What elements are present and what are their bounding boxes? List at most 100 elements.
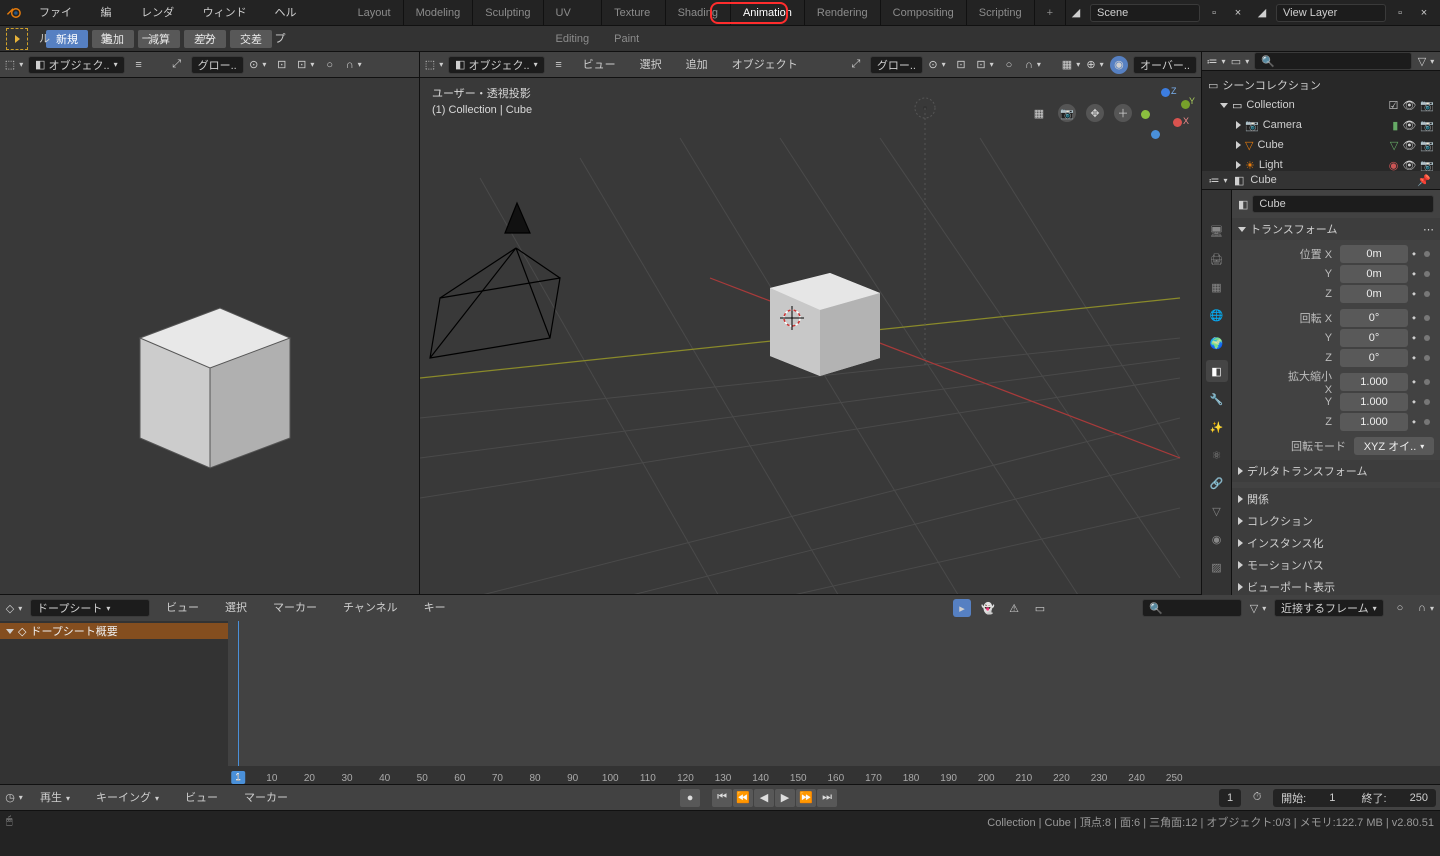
timeline-menu-keying[interactable]: キーイング▾ [86, 785, 169, 811]
editor-type-dopesheet-icon[interactable]: ◇▾ [5, 599, 23, 617]
play-reverse-button[interactable]: ◀ [754, 789, 774, 807]
render-icon[interactable]: 📷 [1420, 119, 1434, 132]
view-layers-icon[interactable]: ▦ [1030, 104, 1048, 122]
render-icon[interactable]: 📷 [1420, 159, 1434, 172]
disclosure-icon[interactable] [1236, 121, 1241, 129]
disclosure-icon[interactable] [1236, 141, 1241, 149]
viewport-right-canvas[interactable]: ユーザー・透視投影 (1) Collection | Cube ▦ 📷 ✥ ＋ … [420, 78, 1201, 594]
viewlayer-delete-icon[interactable]: × [1415, 4, 1433, 22]
vp-menu-object[interactable]: オブジェクト [722, 52, 808, 78]
tree-item-cube[interactable]: ▽ Cube ▽ 👁📷 [1202, 135, 1440, 155]
tab-viewlayer-icon[interactable]: ▦ [1206, 276, 1228, 298]
lock-icon[interactable] [1424, 379, 1430, 385]
timeline-menu-marker[interactable]: マーカー [234, 785, 298, 811]
eye-icon[interactable]: 👁 [1402, 139, 1416, 152]
lock-icon[interactable] [1424, 251, 1430, 257]
current-frame-field[interactable]: 1 [1219, 789, 1241, 807]
dopesheet-channels[interactable]: ◇ ドープシート概要 [0, 621, 228, 784]
boolean-new[interactable]: 新規 [46, 30, 88, 48]
section-instancing[interactable]: インスタンス化 [1232, 532, 1440, 554]
scene-field[interactable]: Scene [1090, 4, 1200, 22]
axis-gizmo[interactable]: Z Y X [1141, 88, 1191, 138]
orientation-left[interactable]: グロー.. [191, 56, 244, 74]
lock-icon[interactable] [1424, 335, 1430, 341]
orientation-icon[interactable]: ⤢ [168, 56, 186, 74]
timeline-ruler[interactable]: 1 11020304050607080901001101201301401501… [228, 766, 1440, 784]
rot-x-field[interactable]: 0° [1340, 309, 1408, 327]
dope-menu-marker[interactable]: マーカー [263, 595, 327, 621]
viewlayer-field[interactable]: View Layer [1276, 4, 1386, 22]
overlays-dropdown[interactable]: オーバー.. [1133, 56, 1197, 74]
tab-animation[interactable]: Animation [731, 0, 805, 26]
mode-select-left[interactable]: ◧ オブジェク..▾ [28, 56, 125, 74]
tab-world-icon[interactable]: 🌍 [1206, 332, 1228, 354]
menu-help[interactable]: ヘルプ [264, 0, 315, 26]
jump-end-button[interactable]: ⏭ [817, 789, 837, 807]
camera-view-icon[interactable]: 📷 [1058, 104, 1076, 122]
keyframe-icon[interactable]: ⬩ [1412, 248, 1416, 261]
zoom-icon[interactable]: ＋ [1114, 104, 1132, 122]
keyframe-icon[interactable]: ⬩ [1412, 376, 1416, 389]
dopesheet-mode[interactable]: ドープシート▾ [30, 599, 150, 617]
hamburger-icon[interactable]: ≡ [550, 56, 568, 74]
scale-z-field[interactable]: 1.000 [1340, 413, 1408, 431]
axis-z-icon[interactable] [1161, 88, 1170, 97]
snap-icon[interactable]: ⊡ [952, 56, 970, 74]
cursor-icon[interactable]: ▸ [953, 599, 971, 617]
tab-modifier-icon[interactable]: 🔧 [1206, 388, 1228, 410]
snap-icon[interactable]: ⊡ [273, 56, 291, 74]
axis-y-neg-icon[interactable] [1141, 110, 1150, 119]
tab-material-icon[interactable]: ◉ [1206, 528, 1228, 550]
ghost-icon[interactable]: 👻 [979, 599, 997, 617]
mode-select-right[interactable]: ◧ オブジェク..▾ [448, 56, 545, 74]
render-icon[interactable]: 📷 [1420, 99, 1434, 112]
boolean-int[interactable]: 交差 [230, 30, 272, 48]
dope-menu-key[interactable]: キー [414, 595, 456, 621]
snap-target-icon[interactable]: ⊡▾ [976, 56, 994, 74]
filter-icon[interactable]: ▽▾ [1417, 52, 1435, 70]
rot-y-field[interactable]: 0° [1340, 329, 1408, 347]
keyframe-icon[interactable]: ⬩ [1412, 312, 1416, 325]
keyframe-icon[interactable]: ⬩ [1412, 332, 1416, 345]
editor-type-outliner-icon[interactable]: ≔▾ [1207, 52, 1225, 70]
active-tool-icon[interactable] [6, 28, 28, 50]
section-motionpaths[interactable]: モーションパス [1232, 554, 1440, 576]
scene-browse-icon[interactable]: ◢ [1067, 4, 1085, 22]
jump-start-button[interactable]: ⏮ [712, 789, 732, 807]
viewport-left-canvas[interactable] [0, 78, 419, 594]
tab-constraint-icon[interactable]: 🔗 [1206, 472, 1228, 494]
vp-menu-select[interactable]: 選択 [630, 52, 672, 78]
pivot-icon[interactable]: ⊙▾ [249, 56, 267, 74]
tab-render-icon[interactable]: 🖥 [1206, 220, 1228, 242]
scene-new-icon[interactable]: ▫ [1205, 4, 1223, 22]
eye-icon[interactable]: 👁 [1402, 159, 1416, 172]
stopwatch-icon[interactable]: ⏱ [1248, 789, 1266, 807]
snap-target-icon[interactable]: ⊡▾ [297, 56, 315, 74]
frame-range-field[interactable]: 開始: 1 終了: 250 [1273, 789, 1436, 807]
autokey-toggle[interactable]: ● [680, 789, 700, 807]
scale-x-field[interactable]: 1.000 [1340, 373, 1408, 391]
scene-delete-icon[interactable]: × [1229, 4, 1247, 22]
dope-search[interactable]: 🔍 [1142, 599, 1242, 617]
editor-type-properties-icon[interactable]: ≔▾ [1209, 171, 1227, 189]
tab-modeling[interactable]: Modeling [404, 0, 474, 26]
menu-edit[interactable]: 編集 [90, 0, 131, 26]
rot-z-field[interactable]: 0° [1340, 349, 1408, 367]
orientation-right[interactable]: グロー.. [870, 56, 923, 74]
dopesheet-summary-row[interactable]: ◇ ドープシート概要 [0, 623, 228, 639]
keyframe-icon[interactable]: ⬩ [1412, 268, 1416, 281]
proportional-type-icon[interactable]: ∩▾ [345, 56, 363, 74]
dope-menu-channel[interactable]: チャンネル [333, 595, 408, 621]
section-transform-head[interactable]: トランスフォーム ⋯ [1232, 218, 1440, 240]
dope-menu-view[interactable]: ビュー [156, 595, 209, 621]
selected-only-icon[interactable]: ⚠ [1005, 599, 1023, 617]
tab-sculpting[interactable]: Sculpting [473, 0, 543, 26]
tab-layout[interactable]: Layout [346, 0, 404, 26]
scale-y-field[interactable]: 1.000 [1340, 393, 1408, 411]
axis-x-icon[interactable] [1173, 118, 1182, 127]
editor-type-icon[interactable]: ⬚▾ [425, 56, 443, 74]
proportional-type-icon[interactable]: ∩▾ [1024, 56, 1042, 74]
tab-shading[interactable]: Shading [666, 0, 731, 26]
filter-funnel-icon[interactable]: ▽▾ [1249, 599, 1267, 617]
lock-icon[interactable] [1424, 315, 1430, 321]
